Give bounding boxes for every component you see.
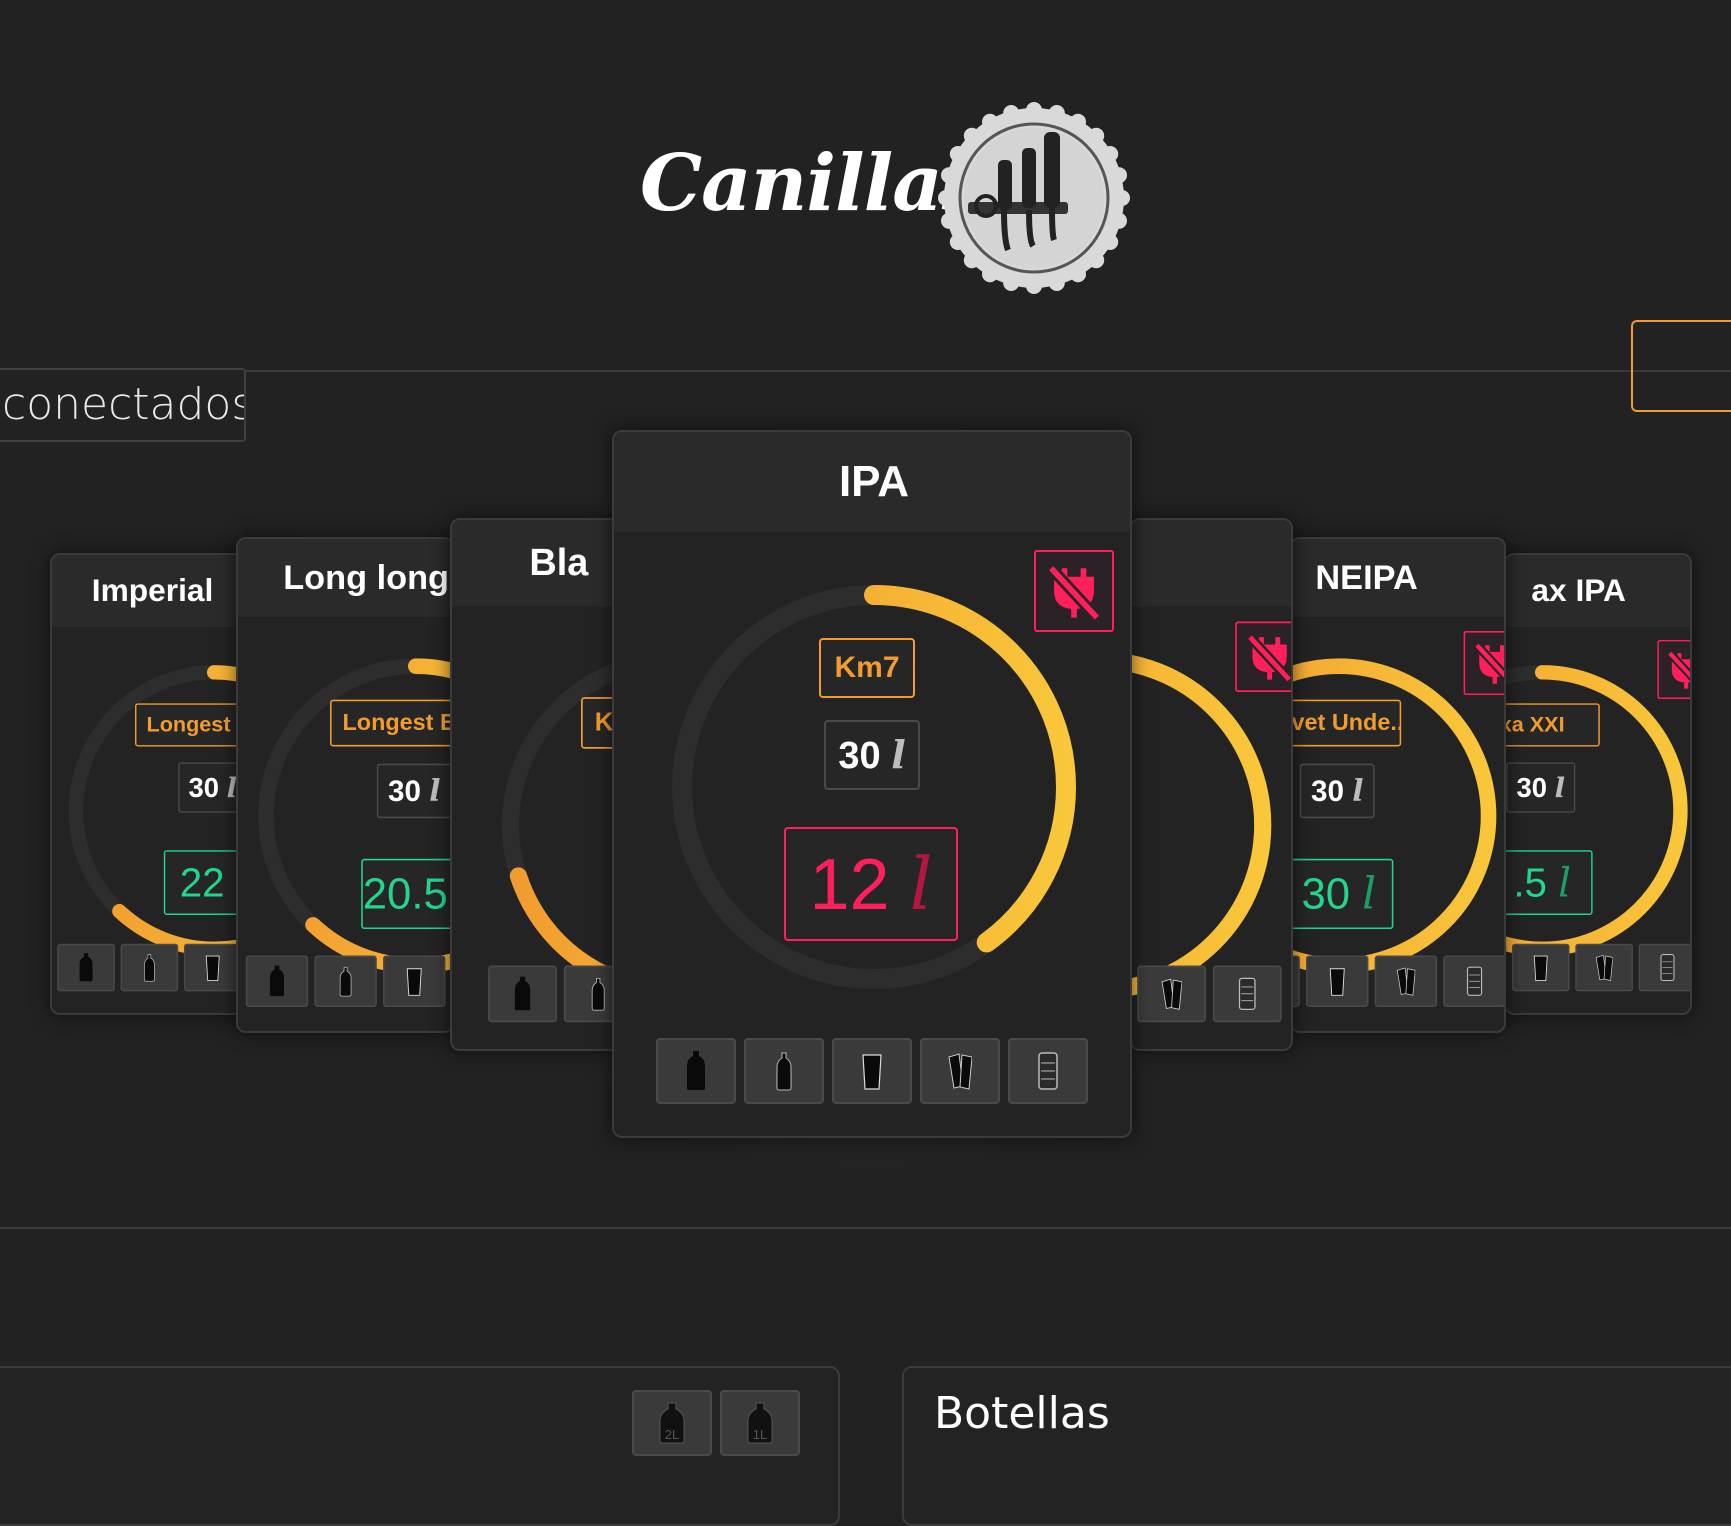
keg-capacity: 30 l [1506,762,1575,812]
keg-icon [1036,1049,1060,1093]
serve-two-glasses-button[interactable] [1375,955,1437,1006]
serve-growler-2l-button[interactable] [57,944,115,992]
serve-keg-button[interactable] [1443,955,1505,1006]
tap-card[interactable]: NEIPAVelvet Unde...30 l30 l [1290,537,1506,1033]
serve-two-glasses-button[interactable] [1137,965,1206,1022]
capacity-value: 30 [1311,775,1352,808]
serve-pint-glass-button[interactable] [184,944,242,992]
tap-card[interactable]: IPAKm730 l12 l [612,430,1132,1138]
two-glasses-icon [948,1049,972,1093]
serve-growler-1l-button[interactable] [314,955,376,1006]
growler-2l-icon [512,975,533,1013]
keg-icon [1659,951,1676,983]
growler-2l-button[interactable]: 2L [632,1390,712,1456]
capacity-value: 30 [838,735,891,777]
serve-options [1290,955,1506,1006]
serve-options [1130,965,1282,1022]
remaining-value: 30 [1301,869,1362,918]
remaining-value: 22 [180,860,236,905]
growler-1l-icon [336,964,355,998]
capacity-value: 30 [188,773,226,803]
keg-capacity: 30 l [377,764,452,819]
tap-card[interactable]: BlaK3 l2 l [450,518,620,1051]
pint-glass-icon [405,964,424,998]
serve-options [246,955,454,1006]
growler-2l-icon: 2L [657,1401,687,1445]
serve-two-glasses-button[interactable] [1575,944,1633,992]
serve-keg-button[interactable] [1638,944,1692,992]
growler-2l-icon [268,964,287,998]
unit-label: l [891,732,905,777]
serve-growler-2l-button[interactable] [656,1038,736,1104]
remaining-volume: 30 l [1290,859,1393,929]
serve-growler-1l-button[interactable] [744,1038,824,1104]
growler-1l-icon [588,975,609,1013]
botellas-panel: Botellas [902,1366,1731,1526]
capacity-value: 30 [388,775,429,808]
tap-carousel[interactable]: ImperialLongest Br30 l22 lax IPArvexa XX… [0,380,1731,1240]
two-glasses-icon [1595,951,1612,983]
brewery-tag: Velvet Unde... [1290,700,1401,747]
growler-1l-icon [772,1049,796,1093]
pint-glass-icon [860,1049,884,1093]
section-divider-top [0,370,1731,372]
keg-icon [1237,975,1258,1013]
beer-taps-logo [938,102,1130,294]
pint-glass-icon [1532,951,1549,983]
serve-options [656,1038,1088,1104]
brewery-tag: Longest Brew [330,700,454,747]
growler-1l-icon [141,951,158,983]
unit-label: l [429,773,440,808]
keg-capacity: 30 l [1300,764,1375,819]
pint-glass-icon [1328,964,1347,998]
disconnected-plug-icon[interactable] [1657,640,1692,699]
disconnected-plug-icon[interactable] [1464,631,1506,695]
brewery-tag: rvexa XXI [1504,703,1600,746]
two-glasses-icon [1397,964,1416,998]
remaining-value: 12 [809,845,909,925]
remaining-volume: 12 l [784,827,958,941]
size-panel: 2L 1L [0,1366,840,1526]
serve-pint-glass-button[interactable] [1306,955,1368,1006]
serve-keg-button[interactable] [1008,1038,1088,1104]
disconnected-plug-icon[interactable] [1235,621,1293,692]
serve-growler-2l-button[interactable] [246,955,308,1006]
serve-options [488,965,620,1022]
unit-label: l [1554,771,1564,803]
serve-pint-glass-button[interactable] [1512,944,1570,992]
two-glasses-icon [1161,975,1182,1013]
keg-capacity: 30 l [824,720,920,790]
brewery-tag: Km7 [819,638,915,698]
unit-label: l [1558,860,1571,907]
growler-2l-icon [684,1049,708,1093]
remaining-volume: 20.5 l [361,859,454,929]
serve-options [1504,944,1692,992]
tap-card[interactable]: Long long beLongest Brew30 l20.5 l [236,537,454,1033]
remaining-volume: .5 l [1504,850,1592,915]
serve-keg-button[interactable] [1213,965,1282,1022]
page-title: Canillas [640,138,985,229]
botellas-heading: Botellas [934,1388,1110,1439]
remaining-value: .5 [1513,860,1558,905]
remaining-value: 20.5 [363,869,454,918]
growler-2l-icon [77,951,94,983]
capacity-value: 30 [1516,773,1554,803]
pint-glass-icon [204,951,221,983]
keg-icon [1465,964,1484,998]
serve-pint-glass-button[interactable] [832,1038,912,1104]
unit-label: l [910,842,933,926]
serve-two-glasses-button[interactable] [920,1038,1000,1104]
tap-card[interactable] [1130,518,1293,1051]
serve-growler-2l-button[interactable] [488,965,557,1022]
unit-label: l [1352,773,1363,808]
unit-label: l [1362,869,1376,920]
serve-growler-1l-button[interactable] [120,944,178,992]
disconnected-plug-icon[interactable] [1034,550,1114,632]
svg-text:1L: 1L [753,1427,767,1442]
tap-card[interactable]: ax IPArvexa XXI30 l.5 l [1504,553,1692,1015]
serve-pint-glass-button[interactable] [383,955,445,1006]
svg-text:2L: 2L [665,1427,679,1442]
growler-1l-button[interactable]: 1L [720,1390,800,1456]
growler-1l-icon: 1L [745,1401,775,1445]
